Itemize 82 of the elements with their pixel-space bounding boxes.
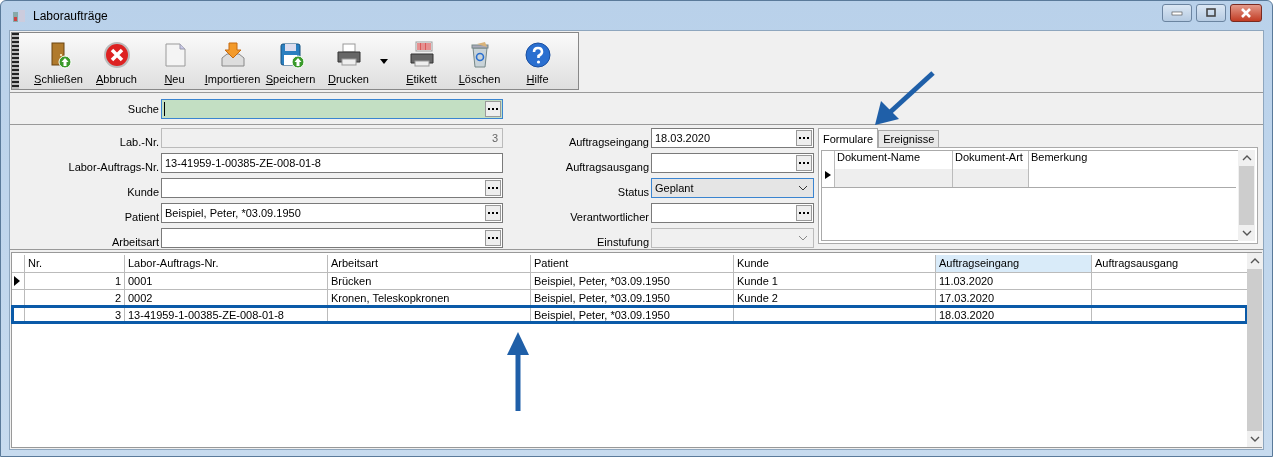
window-title: Laboraufträge bbox=[33, 8, 108, 23]
table-row[interactable]: 1 0001 Brücken Beispiel, Peter, *03.09.1950 Kunde 1 11.03.2020 bbox=[12, 272, 1247, 289]
ellipsis-button[interactable] bbox=[485, 205, 501, 221]
field-label: Arbeitsart bbox=[110, 236, 160, 248]
column-header[interactable]: Auftragseingang bbox=[935, 255, 1091, 272]
toolbar-button[interactable]: Neu bbox=[147, 33, 202, 89]
field-label: Auftragsausgang bbox=[564, 161, 650, 173]
toolbar-button[interactable]: Schließen bbox=[31, 33, 86, 89]
toolbar-button[interactable]: Etikett bbox=[394, 33, 449, 89]
input-field[interactable] bbox=[651, 153, 814, 173]
table-row[interactable]: 3 13-41959-1-00385-ZE-008-01-8 Beispiel, Peter, *03.09.1950 18.03.2020 bbox=[12, 306, 1247, 323]
field-label: Status bbox=[616, 186, 650, 198]
dropdown-field[interactable]: Geplant bbox=[651, 178, 814, 198]
column-header[interactable]: Labor-Auftrags-Nr. bbox=[124, 255, 327, 272]
tab[interactable]: Ereignisse bbox=[878, 130, 940, 147]
close-button[interactable] bbox=[1230, 3, 1262, 22]
table-cell: Kunde 2 bbox=[733, 290, 935, 306]
toolbar-button[interactable]: Löschen bbox=[452, 33, 507, 89]
minimize-icon bbox=[1171, 9, 1183, 16]
table-cell[interactable] bbox=[834, 169, 952, 187]
input-field[interactable]: Beispiel, Peter, *03.09.1950 bbox=[161, 203, 503, 223]
ellipsis-button[interactable] bbox=[485, 230, 501, 246]
arrow-icon bbox=[506, 331, 530, 413]
chevron-down-icon[interactable] bbox=[798, 185, 808, 191]
toolbar-button[interactable]: Speichern bbox=[263, 33, 318, 89]
table-cell: Beispiel, Peter, *03.09.1950 bbox=[530, 307, 733, 323]
table-cell: 2 bbox=[24, 290, 124, 306]
field-label: Auftragseingang bbox=[567, 136, 650, 148]
input-field[interactable] bbox=[651, 203, 814, 223]
table-cell: 17.03.2020 bbox=[935, 290, 1091, 306]
field-label: Verantwortlicher bbox=[569, 211, 650, 223]
field-label: Labor-Auftrags-Nr. bbox=[67, 161, 160, 173]
maximize-button[interactable] bbox=[1196, 3, 1226, 22]
search-field[interactable] bbox=[161, 98, 503, 119]
ellipsis-button[interactable] bbox=[796, 130, 812, 146]
toolbar-button[interactable]: Drucken bbox=[321, 33, 376, 89]
table-cell: 0002 bbox=[124, 290, 327, 306]
table-cell: Beispiel, Peter, *03.09.1950 bbox=[530, 290, 733, 306]
toolbar-button[interactable]: Abbruch bbox=[89, 33, 144, 89]
column-header[interactable]: Bemerkung bbox=[1028, 151, 1236, 169]
ellipsis-button[interactable] bbox=[485, 180, 501, 196]
ellipsis-button[interactable] bbox=[796, 155, 812, 171]
minimize-button[interactable] bbox=[1162, 3, 1192, 22]
column-header[interactable]: Nr. bbox=[24, 255, 124, 272]
table-cell: 0001 bbox=[124, 273, 327, 289]
table-cell: Kunde 1 bbox=[733, 273, 935, 289]
table-cell[interactable] bbox=[952, 169, 1028, 187]
input-field[interactable] bbox=[161, 178, 503, 198]
tab[interactable]: Formulare bbox=[818, 128, 879, 148]
table-cell: 1 bbox=[24, 273, 124, 289]
scrollbar[interactable] bbox=[1247, 253, 1262, 447]
input-field[interactable]: 18.03.2020 bbox=[651, 128, 814, 148]
field-label: Suche bbox=[126, 102, 160, 115]
table-cell: 3 bbox=[24, 307, 124, 323]
maximize-icon bbox=[1205, 7, 1217, 18]
field-label: Lab.-Nr. bbox=[118, 136, 160, 148]
toolbar-button[interactable]: Importieren bbox=[205, 33, 260, 89]
column-header[interactable]: Patient bbox=[530, 255, 733, 272]
table-cell: 18.03.2020 bbox=[935, 307, 1091, 323]
input-field[interactable] bbox=[161, 228, 503, 248]
toolbar-button[interactable]: Hilfe bbox=[510, 33, 565, 89]
field-label: Patient bbox=[123, 211, 160, 223]
ellipsis-button[interactable] bbox=[485, 100, 501, 117]
table-cell: 13-41959-1-00385-ZE-008-01-8 bbox=[124, 307, 327, 323]
app-icon bbox=[11, 7, 27, 24]
help-icon bbox=[522, 41, 553, 69]
column-header[interactable]: Arbeitsart bbox=[327, 255, 530, 272]
field-label: Einstufung bbox=[596, 236, 650, 248]
scrollbar[interactable] bbox=[1238, 150, 1255, 241]
ellipsis-button[interactable] bbox=[796, 205, 812, 221]
table-cell: 11.03.2020 bbox=[935, 273, 1091, 289]
readonly-field[interactable]: 3 bbox=[161, 128, 503, 148]
table-cell: Beispiel, Peter, *03.09.1950 bbox=[530, 273, 733, 289]
close-icon bbox=[1240, 7, 1252, 18]
table-row[interactable]: 2 0002 Kronen, Teleskopkronen Beispiel, Peter, *03.09.1950 Kunde 2 17.03.2020 bbox=[12, 289, 1247, 306]
toolbar-grip[interactable] bbox=[12, 33, 19, 89]
table-cell: Brücken bbox=[327, 273, 530, 289]
cancel-icon bbox=[101, 41, 132, 69]
input-field[interactable]: 13-41959-1-00385-ZE-008-01-8 bbox=[161, 153, 503, 173]
table-cell: Kronen, Teleskopkronen bbox=[327, 290, 530, 306]
field-label: Kunde bbox=[126, 186, 160, 198]
caret-icon bbox=[380, 58, 388, 64]
